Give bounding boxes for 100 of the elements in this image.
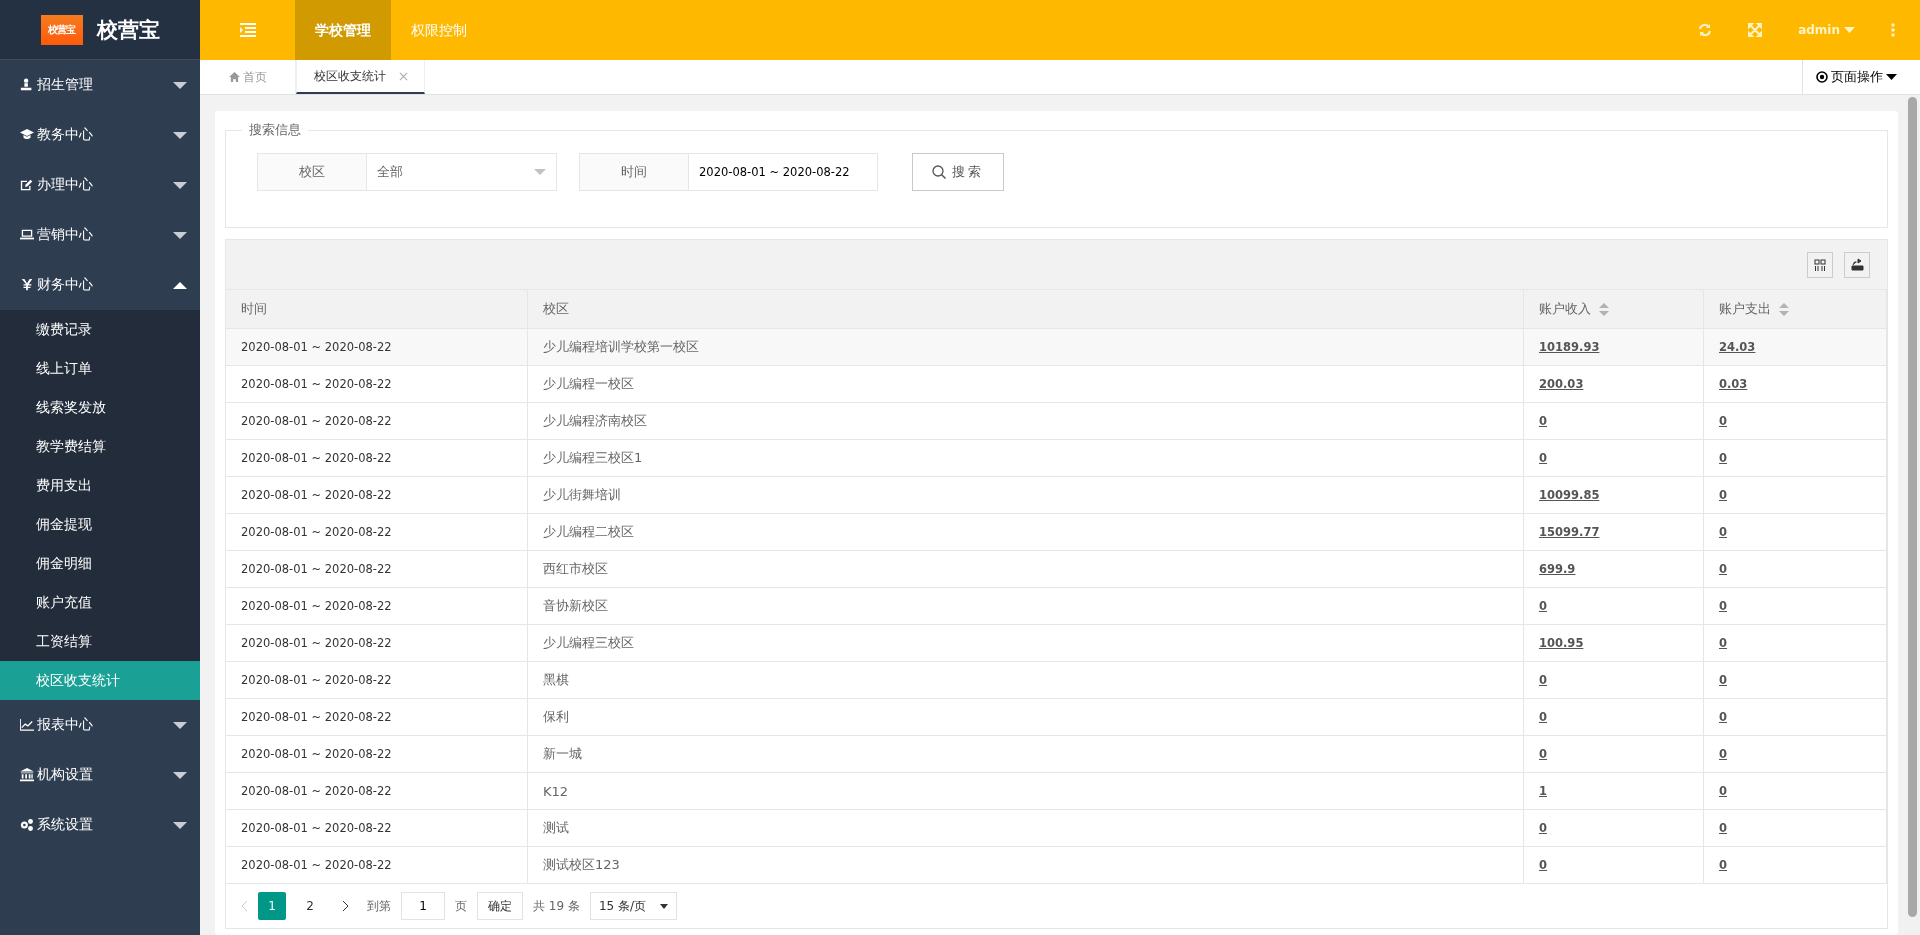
table-cell: 2020-08-01 ~ 2020-08-22 xyxy=(226,847,528,884)
submenu-item[interactable]: 费用支出 xyxy=(0,466,200,505)
table-cell: 2020-08-01 ~ 2020-08-22 xyxy=(226,625,528,662)
menu-label: 营销中心 xyxy=(37,226,94,244)
column-header: 时间 xyxy=(226,290,528,329)
table-cell: 2020-08-01 ~ 2020-08-22 xyxy=(226,699,528,736)
submenu-item[interactable]: 佣金明细 xyxy=(0,544,200,583)
table-cell: K12 xyxy=(528,773,1524,810)
table-cell: 少儿编程培训学校第一校区 xyxy=(528,329,1524,366)
amount-link[interactable]: 0 xyxy=(1539,451,1547,465)
bank-icon xyxy=(20,768,34,782)
table-cell: 2020-08-01 ~ 2020-08-22 xyxy=(226,551,528,588)
amount-link[interactable]: 0 xyxy=(1719,451,1727,465)
amount-link[interactable]: 0 xyxy=(1719,858,1727,872)
table-cell: 音协新校区 xyxy=(528,588,1524,625)
page-number[interactable]: 1 xyxy=(258,892,286,920)
table-cell: 2020-08-01 ~ 2020-08-22 xyxy=(226,588,528,625)
laptop-icon xyxy=(20,228,34,242)
table-cell: 测试 xyxy=(528,810,1524,847)
sidebar-menu-item[interactable]: 报表中心 xyxy=(0,700,200,750)
amount-link[interactable]: 100.95 xyxy=(1539,636,1584,650)
submenu-item[interactable]: 工资结算 xyxy=(0,622,200,661)
submenu-item[interactable]: 佣金提现 xyxy=(0,505,200,544)
table-cell: 黑棋 xyxy=(528,662,1524,699)
amount-link[interactable]: 0 xyxy=(1719,747,1727,761)
line-chart-icon xyxy=(20,718,34,732)
export-icon[interactable] xyxy=(1844,251,1870,278)
submenu-item[interactable]: 缴费记录 xyxy=(0,310,200,349)
amount-link[interactable]: 0 xyxy=(1539,599,1547,613)
amount-link[interactable]: 0 xyxy=(1719,525,1727,539)
page-number[interactable]: 2 xyxy=(296,892,324,920)
column-header: 校区 xyxy=(528,290,1524,329)
submenu-item[interactable]: 线索奖发放 xyxy=(0,388,200,427)
caret-icon xyxy=(660,903,669,909)
menu-label: 办理中心 xyxy=(37,176,94,194)
table-cell: 西红市校区 xyxy=(528,551,1524,588)
table-cell: 2020-08-01 ~ 2020-08-22 xyxy=(226,736,528,773)
amount-link[interactable]: 0 xyxy=(1539,710,1547,724)
amount-link[interactable]: 0 xyxy=(1539,821,1547,835)
next-icon[interactable] xyxy=(342,901,349,911)
table-cell: 测试校区123 xyxy=(528,847,1524,884)
search-legend: 搜索信息 xyxy=(242,122,308,139)
more-icon[interactable] xyxy=(1891,23,1895,37)
amount-link[interactable]: 1 xyxy=(1539,784,1547,798)
sidebar-menu-item[interactable]: 教务中心 xyxy=(0,110,200,160)
submenu-item[interactable]: 线上订单 xyxy=(0,349,200,388)
sidebar-menu-item[interactable]: 机构设置 xyxy=(0,750,200,800)
amount-link[interactable]: 10189.93 xyxy=(1539,340,1600,354)
amount-link[interactable]: 0 xyxy=(1719,562,1727,576)
search-button[interactable]: 搜索 xyxy=(912,153,1004,191)
sidebar-menu-item[interactable]: 办理中心 xyxy=(0,160,200,210)
previous-icon[interactable] xyxy=(241,901,248,911)
columns-icon[interactable] xyxy=(1807,251,1833,278)
sidebar-menu-item[interactable]: 招生管理 xyxy=(0,60,200,110)
amount-link[interactable]: 0 xyxy=(1719,636,1727,650)
logo-text: 校营宝 xyxy=(96,16,160,44)
target-icon xyxy=(1816,71,1828,83)
menu-label: 教务中心 xyxy=(37,126,94,144)
sortable-column-header[interactable]: 账户收入 xyxy=(1524,290,1704,329)
sort-icon[interactable] xyxy=(1779,302,1789,316)
total-count: 共 19 条 xyxy=(533,897,580,915)
table-cell: 2020-08-01 ~ 2020-08-22 xyxy=(226,662,528,699)
amount-link[interactable]: 24.03 xyxy=(1719,340,1756,354)
amount-link[interactable]: 0 xyxy=(1719,414,1727,428)
close-icon[interactable] xyxy=(398,71,408,81)
table-cell: 2020-08-01 ~ 2020-08-22 xyxy=(226,810,528,847)
table-cell: 2020-08-01 ~ 2020-08-22 xyxy=(226,329,528,366)
amount-link[interactable]: 200.03 xyxy=(1539,377,1584,391)
table-cell: 2020-08-01 ~ 2020-08-22 xyxy=(226,773,528,810)
amount-link[interactable]: 15099.77 xyxy=(1539,525,1600,539)
amount-link[interactable]: 0 xyxy=(1539,747,1547,761)
sortable-column-header[interactable]: 账户支出 xyxy=(1704,290,1887,329)
amount-link[interactable]: 0 xyxy=(1719,673,1727,687)
amount-link[interactable]: 0 xyxy=(1539,858,1547,872)
amount-link[interactable]: 0.03 xyxy=(1719,377,1748,391)
amount-link[interactable]: 0 xyxy=(1539,673,1547,687)
amount-link[interactable]: 0 xyxy=(1539,414,1547,428)
sidebar-menu-item[interactable]: 系统设置 xyxy=(0,800,200,850)
page-size-select[interactable]: 15 条/页 xyxy=(589,892,678,920)
table-cell: 少儿街舞培训 xyxy=(528,477,1524,514)
amount-link[interactable]: 0 xyxy=(1719,784,1727,798)
amount-link[interactable]: 0 xyxy=(1719,599,1727,613)
amount-link[interactable]: 0 xyxy=(1719,821,1727,835)
submenu-item[interactable]: 教学费结算 xyxy=(0,427,200,466)
menu-label: 财务中心 xyxy=(37,276,94,294)
page-input[interactable]: 1 xyxy=(401,892,445,920)
sort-icon[interactable] xyxy=(1599,302,1609,316)
amount-link[interactable]: 10099.85 xyxy=(1539,488,1600,502)
amount-link[interactable]: 0 xyxy=(1719,488,1727,502)
menu-label: 报表中心 xyxy=(37,716,94,734)
confirm-button[interactable]: 确定 xyxy=(477,892,523,920)
amount-link[interactable]: 0 xyxy=(1719,710,1727,724)
fullscreen-icon[interactable] xyxy=(1748,23,1763,37)
sidebar-menu-item[interactable]: 财务中心 xyxy=(0,260,200,310)
table-cell: 保利 xyxy=(528,699,1524,736)
amount-link[interactable]: 699.9 xyxy=(1539,562,1576,576)
submenu-item[interactable]: 账户充值 xyxy=(0,583,200,622)
edit-icon xyxy=(20,178,34,192)
sidebar-menu-item[interactable]: 营销中心 xyxy=(0,210,200,260)
refresh-icon[interactable] xyxy=(1698,23,1713,37)
